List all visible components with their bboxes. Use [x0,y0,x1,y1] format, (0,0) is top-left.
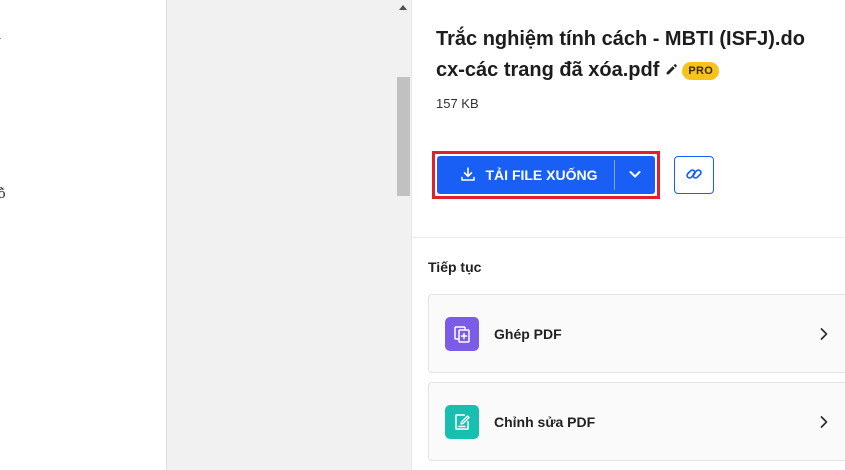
link-icon [684,164,704,187]
continue-section-title: Tiếp tục [428,259,482,275]
file-name: Trắc nghiệm tính cách - MBTI (ISFJ).docx… [436,28,805,81]
pencil-icon[interactable] [665,55,678,86]
section-divider [412,237,845,238]
download-button-label: TẢI FILE XUỐNG [485,167,598,183]
chevron-right-icon [818,327,830,346]
tool-card-edit-pdf[interactable]: Chỉnh sửa PDF [428,382,845,461]
document-page: - ỗ [0,0,167,470]
download-icon [460,166,476,185]
file-size: 157 KB [436,96,479,111]
pro-badge: PRO [682,61,720,80]
document-viewer-background [167,0,396,470]
document-text-fragment: - [0,30,1,47]
tool-label-edit-pdf: Chỉnh sửa PDF [494,413,596,430]
viewer-scrollbar[interactable] [396,0,411,470]
scrollbar-thumb[interactable] [397,77,410,196]
download-options-button[interactable] [615,156,655,194]
chevron-down-icon [628,167,642,184]
tool-label-merge-pdf: Ghép PDF [494,325,562,342]
scroll-up-arrow-icon[interactable] [399,5,407,10]
document-text-fragment: ỗ [0,186,6,202]
edit-pdf-icon [445,404,479,439]
tool-card-merge-pdf[interactable]: Ghép PDF [428,294,845,373]
chevron-right-icon [818,415,830,434]
download-button[interactable]: TẢI FILE XUỐNG [437,156,614,194]
file-side-panel: Trắc nghiệm tính cách - MBTI (ISFJ).docx… [412,0,845,470]
copy-link-button[interactable] [674,156,714,194]
merge-pdf-icon [445,316,479,351]
file-title: Trắc nghiệm tính cách - MBTI (ISFJ).docx… [436,24,806,86]
download-button-group: TẢI FILE XUỐNG [437,156,655,194]
